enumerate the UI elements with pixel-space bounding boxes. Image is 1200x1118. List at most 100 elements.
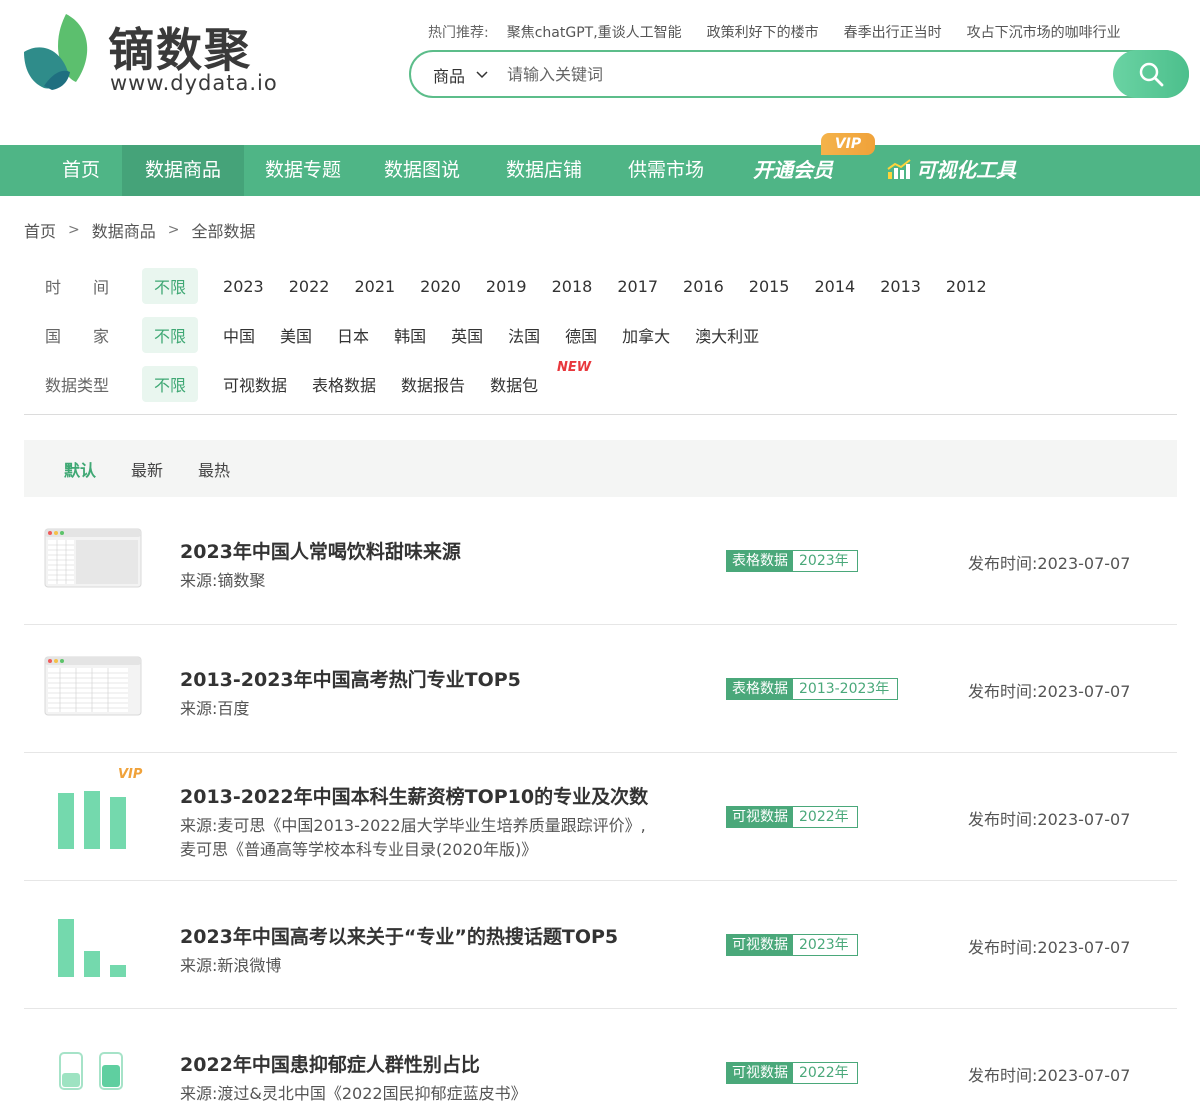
sort-default[interactable]: 默认 (64, 457, 96, 481)
item-year-tag: 2022年 (793, 1063, 857, 1083)
search-bar: 商品 (409, 50, 1189, 98)
filter-option-type[interactable]: 表格数据 (312, 372, 376, 396)
item-publish-time: 发布时间:2023-07-07 (968, 678, 1130, 702)
item-title[interactable]: 2023年中国高考以来关于“专业”的热搜话题TOP5 (180, 922, 618, 949)
item-title[interactable]: 2022年中国患抑郁症人群性别占比 (180, 1050, 480, 1077)
filter-option-year[interactable]: 2018 (552, 277, 593, 296)
item-title[interactable]: 2013-2022年中国本科生薪资榜TOP10的专业及次数 (180, 782, 648, 809)
filter-option-year[interactable]: 2016 (683, 277, 724, 296)
filter-row-time: 时 间 不限 2023 2022 2021 2020 2019 2018 201… (24, 266, 1012, 306)
new-badge: NEW (557, 360, 592, 375)
list-item[interactable]: 2022年中国患抑郁症人群性别占比 来源:渡过&灵北中国《2022国民抑郁症蓝皮… (24, 1009, 1177, 1118)
sort-bar: 默认 最新 最热 (24, 440, 1177, 497)
filter-option-type[interactable]: 数据包 (490, 372, 538, 396)
filter-option-country[interactable]: 韩国 (394, 323, 426, 347)
item-tags: 可视数据 2023年 (726, 934, 858, 956)
item-publish-time: 发布时间:2023-07-07 (968, 806, 1130, 830)
publish-label: 发布时间: (968, 682, 1038, 701)
filter-option-year[interactable]: 2014 (814, 277, 855, 296)
filter-option-year[interactable]: 2015 (749, 277, 790, 296)
item-year-tag: 2023年 (793, 935, 857, 955)
vip-badge: VIP (118, 767, 143, 782)
item-source: 来源:麦可思《中国2013-2022届大学毕业生培养质量跟踪评价》, (180, 816, 646, 835)
filter-option-any[interactable]: 不限 (142, 317, 199, 353)
filter-option-year[interactable]: 2017 (617, 277, 658, 296)
publish-label: 发布时间: (968, 554, 1038, 573)
list-item[interactable]: 2013-2023年中国高考热门专业TOP5 来源:百度 表格数据 2013-2… (24, 625, 1177, 753)
filter-option-year[interactable]: 2020 (420, 277, 461, 296)
hot-link[interactable]: 聚焦chatGPT,重谈人工智能 (507, 22, 682, 42)
item-title[interactable]: 2013-2023年中国高考热门专业TOP5 (180, 665, 521, 692)
filter-option-country[interactable]: 美国 (280, 323, 312, 347)
list-item[interactable]: 2023年中国高考以来关于“专业”的热搜话题TOP5 来源:新浪微博 可视数据 … (24, 881, 1177, 1009)
hot-link[interactable]: 春季出行正当时 (844, 22, 942, 42)
hot-label: 热门推荐: (428, 25, 489, 41)
logo-url[interactable]: www.dydata.io (110, 71, 278, 95)
vip-badge: VIP (821, 133, 875, 155)
search-icon (1139, 62, 1164, 87)
filter-option-year[interactable]: 2013 (880, 277, 921, 296)
breadcrumb-all-data: 全部数据 (191, 222, 256, 241)
nav-home[interactable]: 首页 (40, 145, 122, 196)
breadcrumb-home[interactable]: 首页 (24, 218, 56, 242)
search-category-select[interactable]: 商品 (433, 63, 489, 87)
item-source: 来源:新浪微博 (180, 956, 282, 975)
sort-newest[interactable]: 最新 (131, 457, 163, 481)
list-item[interactable]: 2023年中国人常喝饮料甜味来源 来源:镝数聚 表格数据 2023年 发布时间:… (24, 497, 1177, 625)
item-type-tag: 表格数据 (727, 551, 793, 571)
filter-option-any[interactable]: 不限 (142, 366, 199, 402)
table-window-icon (44, 656, 142, 716)
filter-option-year[interactable]: 2019 (486, 277, 527, 296)
publish-date: 2023-07-07 (1037, 682, 1131, 701)
item-source: 来源:渡过&灵北中国《2022国民抑郁症蓝皮书》 (180, 1084, 527, 1103)
table-window-icon (44, 528, 142, 588)
nav-data-topics[interactable]: 数据专题 (244, 145, 362, 196)
filter-option-country[interactable]: 德国 (565, 323, 597, 347)
filter-option-country[interactable]: 日本 (337, 323, 369, 347)
search-button[interactable] (1113, 50, 1189, 98)
nav-visual-tools-label: 可视化工具 (916, 158, 1016, 182)
filter-option-any[interactable]: 不限 (142, 268, 199, 304)
sort-hottest[interactable]: 最热 (198, 457, 230, 481)
filter-option-country[interactable]: 法国 (508, 323, 540, 347)
filter-option-year[interactable]: 2022 (289, 277, 330, 296)
filter-panel: 时 间 不限 2023 2022 2021 2020 2019 2018 201… (24, 262, 1177, 415)
filter-option-year[interactable]: 2023 (223, 277, 264, 296)
main-nav: 首页 数据商品 数据专题 数据图说 数据店铺 供需市场 开通会员 可视化工具 (0, 145, 1200, 196)
filter-option-country[interactable]: 澳大利亚 (695, 323, 759, 347)
logo-leaf-icon[interactable] (22, 12, 94, 90)
nav-data-products[interactable]: 数据商品 (122, 145, 244, 196)
publish-label: 发布时间: (968, 938, 1038, 957)
publish-label: 发布时间: (968, 1066, 1038, 1085)
search-input[interactable] (507, 61, 1087, 87)
breadcrumb-separator: > (167, 222, 180, 238)
nav-supply-market[interactable]: 供需市场 (606, 145, 726, 196)
filter-row-country: 国 家 不限 中国 美国 日本 韩国 英国 法国 德国 加拿大 澳大利亚 (24, 315, 784, 355)
bar-chart-icon (48, 783, 136, 851)
filter-option-year[interactable]: 2012 (946, 277, 987, 296)
filter-option-country[interactable]: 中国 (223, 323, 255, 347)
publish-label: 发布时间: (968, 810, 1038, 829)
item-tags: 可视数据 2022年 (726, 806, 858, 828)
filter-option-type[interactable]: 数据报告 (401, 372, 465, 396)
nav-data-shops[interactable]: 数据店铺 (482, 145, 606, 196)
hot-link[interactable]: 政策利好下的楼市 (707, 22, 819, 42)
list-item[interactable]: VIP 2013-2022年中国本科生薪资榜TOP10的专业及次数 来源:麦可思… (24, 753, 1177, 881)
search-category-label: 商品 (433, 67, 466, 86)
filter-option-year[interactable]: 2021 (354, 277, 395, 296)
item-year-tag: 2013-2023年 (793, 679, 898, 699)
item-tags: 表格数据 2013-2023年 (726, 678, 899, 700)
nav-visual-tools[interactable]: 可视化工具 (876, 145, 1026, 196)
filter-option-country[interactable]: 加拿大 (622, 323, 670, 347)
filter-label-type: 数据类型 (45, 376, 110, 395)
descending-bar-icon (48, 913, 136, 981)
filter-option-country[interactable]: 英国 (451, 323, 483, 347)
jar-chart-icon (48, 1043, 136, 1111)
breadcrumb-data-products[interactable]: 数据商品 (92, 218, 156, 242)
item-title[interactable]: 2023年中国人常喝饮料甜味来源 (180, 537, 461, 564)
nav-data-stories[interactable]: 数据图说 (362, 145, 482, 196)
item-publish-time: 发布时间:2023-07-07 (968, 1062, 1130, 1086)
breadcrumb: 首页 > 数据商品 > 全部数据 (24, 218, 256, 242)
hot-link[interactable]: 攻占下沉市场的咖啡行业 (967, 22, 1121, 42)
filter-option-type[interactable]: 可视数据 (223, 372, 287, 396)
